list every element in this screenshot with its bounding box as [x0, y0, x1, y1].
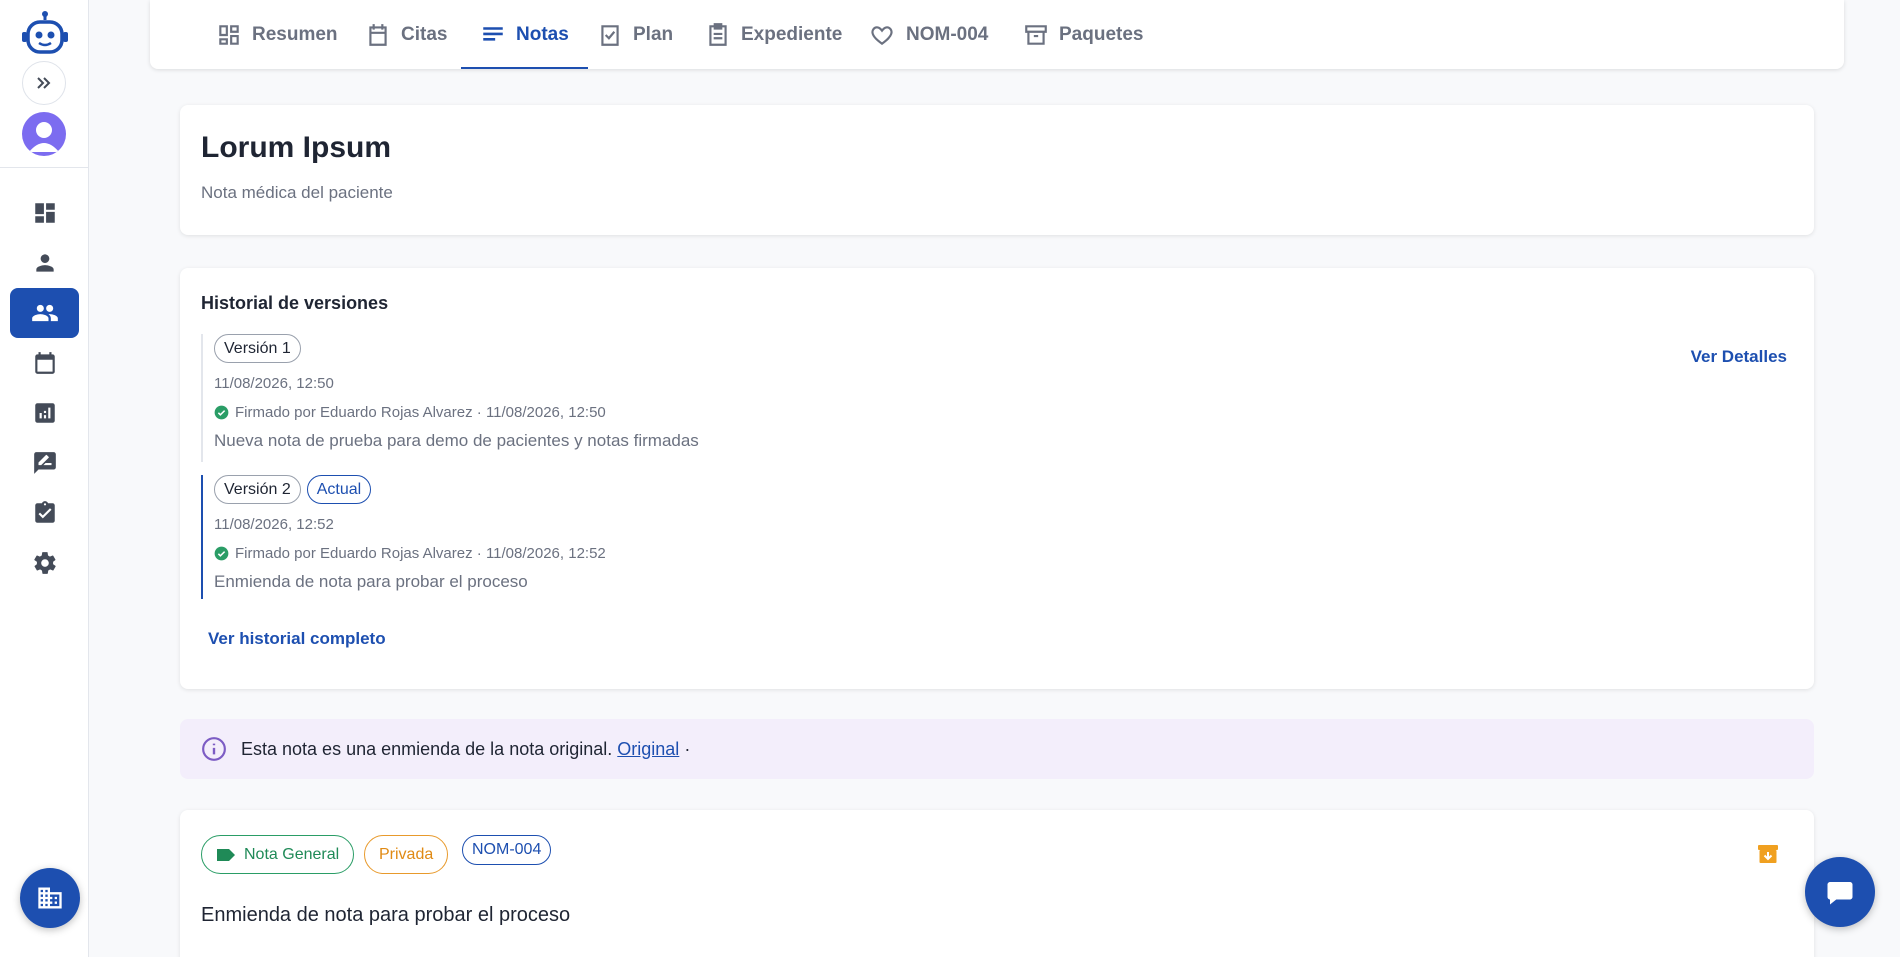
sidebar-item-dashboard[interactable]	[10, 188, 79, 238]
chat-bubble-icon	[1827, 882, 1853, 905]
sidebar-item-tasks[interactable]	[10, 488, 79, 538]
organization-button[interactable]	[20, 868, 80, 928]
history-title: Historial de versiones	[201, 293, 389, 313]
sidebar	[0, 0, 89, 957]
amendment-text: Esta nota es una enmienda de la nota ori…	[241, 738, 613, 759]
notes-icon	[483, 26, 503, 41]
dashboard-icon	[34, 203, 55, 223]
calendar-icon	[369, 23, 387, 46]
amendment-suffix: ·	[684, 738, 691, 759]
tab-nom-004[interactable]: NOM-004	[868, 0, 988, 69]
settings-icon	[33, 552, 56, 574]
signature-text: Firmado por Eduardo Rojas Alvarez · 11/0…	[235, 545, 606, 562]
note-content: Enmienda de nota para probar el proceso	[201, 904, 571, 926]
note-type-label: Nota General	[244, 845, 340, 863]
tab-nom-004-label: NOM-004	[906, 23, 989, 45]
check-circle-icon	[214, 546, 229, 561]
tab-resumen[interactable]: Resumen	[216, 0, 338, 69]
sidebar-item-reviews[interactable]	[10, 438, 79, 488]
signature-info: Firmado por Eduardo Rojas Alvarez · 11/0…	[214, 545, 1001, 562]
amendment-banner: Esta nota es una enmienda de la nota ori…	[180, 719, 1814, 779]
view-details-link[interactable]: Ver Detalles	[1691, 347, 1787, 367]
norm-label: NOM-004	[472, 841, 542, 858]
tab-plan[interactable]: Plan	[597, 0, 673, 69]
tab-expediente-label: Expediente	[741, 23, 843, 45]
tab-citas[interactable]: Citas	[365, 0, 447, 69]
version-item-current: Versión 2 Actual 11/08/2026, 12:52 Firma…	[201, 475, 1001, 599]
check-circle-icon	[214, 405, 229, 420]
analytics-icon	[34, 403, 55, 423]
label-icon	[217, 848, 235, 861]
tab-expediente[interactable]: Expediente	[705, 0, 842, 69]
sidebar-item-profile[interactable]	[10, 238, 79, 288]
sidebar-item-patients[interactable]	[10, 288, 79, 338]
tab-citas-label: Citas	[401, 23, 448, 45]
expand-sidebar-button[interactable]	[22, 61, 66, 105]
version-history-card: Historial de versiones Ver Detalles Vers…	[180, 268, 1814, 689]
archive-icon	[1025, 24, 1047, 45]
version-chip: Versión 1	[214, 334, 301, 363]
archive-note-button[interactable]	[1756, 842, 1780, 871]
chat-button[interactable]	[1805, 857, 1875, 927]
avatar[interactable]	[22, 112, 66, 156]
tab-notas[interactable]: Notas	[461, 0, 588, 69]
version-description: Enmienda de nota para probar el proceso	[214, 572, 528, 591]
people-icon	[31, 304, 58, 322]
view-full-history-link[interactable]: Ver historial completo	[208, 629, 386, 649]
privacy-tag: Privada	[364, 835, 449, 874]
sidebar-item-calendar[interactable]	[10, 338, 79, 388]
sidebar-item-settings[interactable]	[10, 538, 79, 588]
version-date: 11/08/2026, 12:52	[214, 516, 334, 533]
signature-text: Firmado por Eduardo Rojas Alvarez · 11/0…	[235, 404, 606, 421]
tab-plan-label: Plan	[633, 23, 674, 45]
norm-tag: NOM-004	[462, 835, 552, 865]
original-note-link[interactable]: Original	[617, 739, 679, 759]
double-chevron-right-icon	[37, 77, 51, 89]
version-item: Versión 1 11/08/2026, 12:50 Firmado por …	[201, 334, 1001, 462]
version-description: Nueva nota de prueba para demo de pacien…	[214, 431, 699, 450]
archive-icon	[1758, 845, 1778, 863]
page-title: Lorum Ipsum	[201, 131, 392, 164]
note-header-card: Lorum Ipsum Nota médica del paciente	[180, 105, 1814, 235]
page-subtitle: Nota médica del paciente	[201, 183, 393, 202]
tab-resumen-label: Resumen	[252, 23, 338, 45]
dashboard-outline-icon	[219, 24, 239, 45]
sidebar-divider	[0, 167, 88, 168]
building-icon	[38, 887, 62, 909]
privacy-label: Privada	[379, 845, 434, 863]
tab-paquetes[interactable]: Paquetes	[1023, 0, 1143, 69]
person-icon	[35, 254, 54, 272]
tab-paquetes-label: Paquetes	[1059, 23, 1144, 45]
sidebar-item-analytics[interactable]	[10, 388, 79, 438]
version-chip: Versión 2	[214, 475, 301, 504]
rate-review-icon	[33, 452, 56, 474]
clipboard-check-icon	[601, 24, 619, 46]
current-badge: Actual	[306, 475, 372, 504]
signature-info: Firmado por Eduardo Rojas Alvarez · 11/0…	[214, 404, 1001, 421]
version-date: 11/08/2026, 12:50	[214, 375, 334, 392]
info-icon	[202, 737, 226, 761]
calendar-icon	[34, 352, 55, 374]
patient-tabs: Resumen Citas Notas Plan Expediente NOM-…	[150, 0, 1844, 69]
heart-icon	[871, 25, 893, 45]
tab-notas-label: Notas	[516, 23, 569, 45]
note-content-card: Nota General Privada NOM-004 Enmienda de…	[180, 810, 1814, 957]
document-icon	[709, 22, 727, 46]
assignment-check-icon	[34, 501, 55, 523]
note-type-tag: Nota General	[201, 835, 355, 874]
robot-logo-icon[interactable]	[20, 10, 70, 56]
